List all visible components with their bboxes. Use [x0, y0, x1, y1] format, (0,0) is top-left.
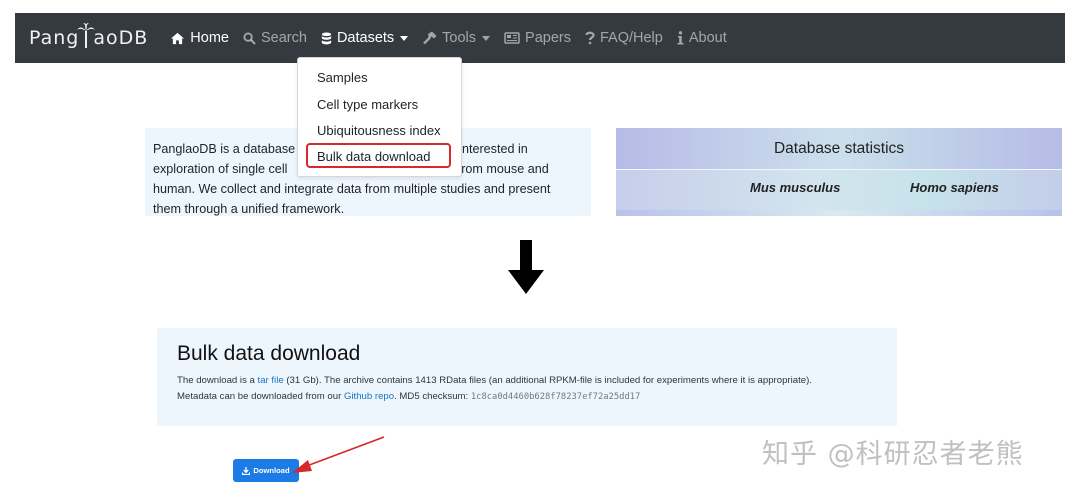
nav-home-label: Home — [190, 30, 229, 46]
top-navbar: Pang aoDB Home Search Datasets Tools Pap… — [15, 13, 1065, 63]
nav-search-label: Search — [260, 30, 307, 46]
chevron-down-icon — [400, 35, 409, 41]
nav-datasets[interactable]: Datasets — [321, 30, 409, 46]
download-icon — [242, 466, 251, 475]
nav-datasets-label: Datasets — [336, 30, 395, 46]
menu-item-samples[interactable]: Samples — [317, 70, 368, 85]
stats-title: Database statistics — [616, 128, 1062, 170]
nav-home[interactable]: Home — [170, 30, 229, 46]
brand-logo[interactable]: Pang aoDB — [29, 23, 149, 49]
nav-faq-help[interactable]: FAQ/Help — [585, 30, 663, 46]
palm-tree-icon — [77, 23, 96, 49]
md5-checksum: 1c8ca0d4460b628f78237ef72a25dd17 — [470, 392, 641, 402]
intro-line-3: human. We collect and integrate data fro… — [153, 182, 551, 196]
bulk-description: The download is a tar file (31 Gb). The … — [177, 373, 877, 405]
newspaper-icon — [504, 32, 520, 44]
download-button-label: Download — [253, 466, 290, 475]
nav-about-label: About — [688, 30, 727, 46]
zhihu-watermark: 知乎 @科研忍者老熊 — [762, 439, 1024, 470]
nav-faq-label: FAQ/Help — [599, 30, 663, 46]
red-pointer-arrow-icon — [292, 436, 385, 473]
stats-bottom-band — [616, 210, 1062, 216]
intro-line-4: them through a unified framework. — [153, 202, 345, 216]
bulk-desc-line-2: Metadata can be downloaded from our Gith… — [177, 391, 641, 402]
nav-tools-label: Tools — [442, 30, 477, 46]
home-icon — [171, 32, 185, 44]
database-icon — [321, 31, 332, 44]
brand-text-suffix: aoDB — [93, 27, 149, 49]
info-icon — [677, 31, 684, 45]
question-icon — [585, 31, 595, 45]
database-statistics-panel: Database statistics Mus musculus Homo sa… — [616, 128, 1062, 216]
nav-tools[interactable]: Tools — [422, 30, 491, 46]
hammer-icon — [423, 31, 437, 45]
bulk-title: Bulk data download — [177, 342, 361, 365]
brand-text-prefix: Pang — [29, 27, 80, 49]
search-icon — [243, 31, 256, 45]
tar-file-link[interactable]: tar file — [258, 375, 284, 386]
menu-item-ubiquitousness-index[interactable]: Ubiquitousness index — [317, 123, 441, 138]
bulk-desc-line-1: The download is a tar file (31 Gb). The … — [177, 375, 812, 386]
nav-about[interactable]: About — [677, 30, 727, 46]
nav-search[interactable]: Search — [243, 30, 307, 46]
divider — [616, 169, 1062, 170]
github-repo-link[interactable]: Github repo — [344, 391, 394, 402]
menu-item-cell-type-markers[interactable]: Cell type markers — [317, 97, 418, 112]
bulk-download-panel: Bulk data download The download is a tar… — [157, 328, 897, 426]
highlight-annotation-box — [306, 143, 451, 168]
stats-col-homo-sapiens: Homo sapiens — [910, 180, 999, 195]
chevron-down-icon — [482, 35, 491, 41]
stats-col-mus-musculus: Mus musculus — [750, 180, 841, 195]
arrow-down-icon — [508, 240, 544, 294]
nav-papers-label: Papers — [525, 30, 571, 46]
nav-papers[interactable]: Papers — [504, 30, 571, 46]
